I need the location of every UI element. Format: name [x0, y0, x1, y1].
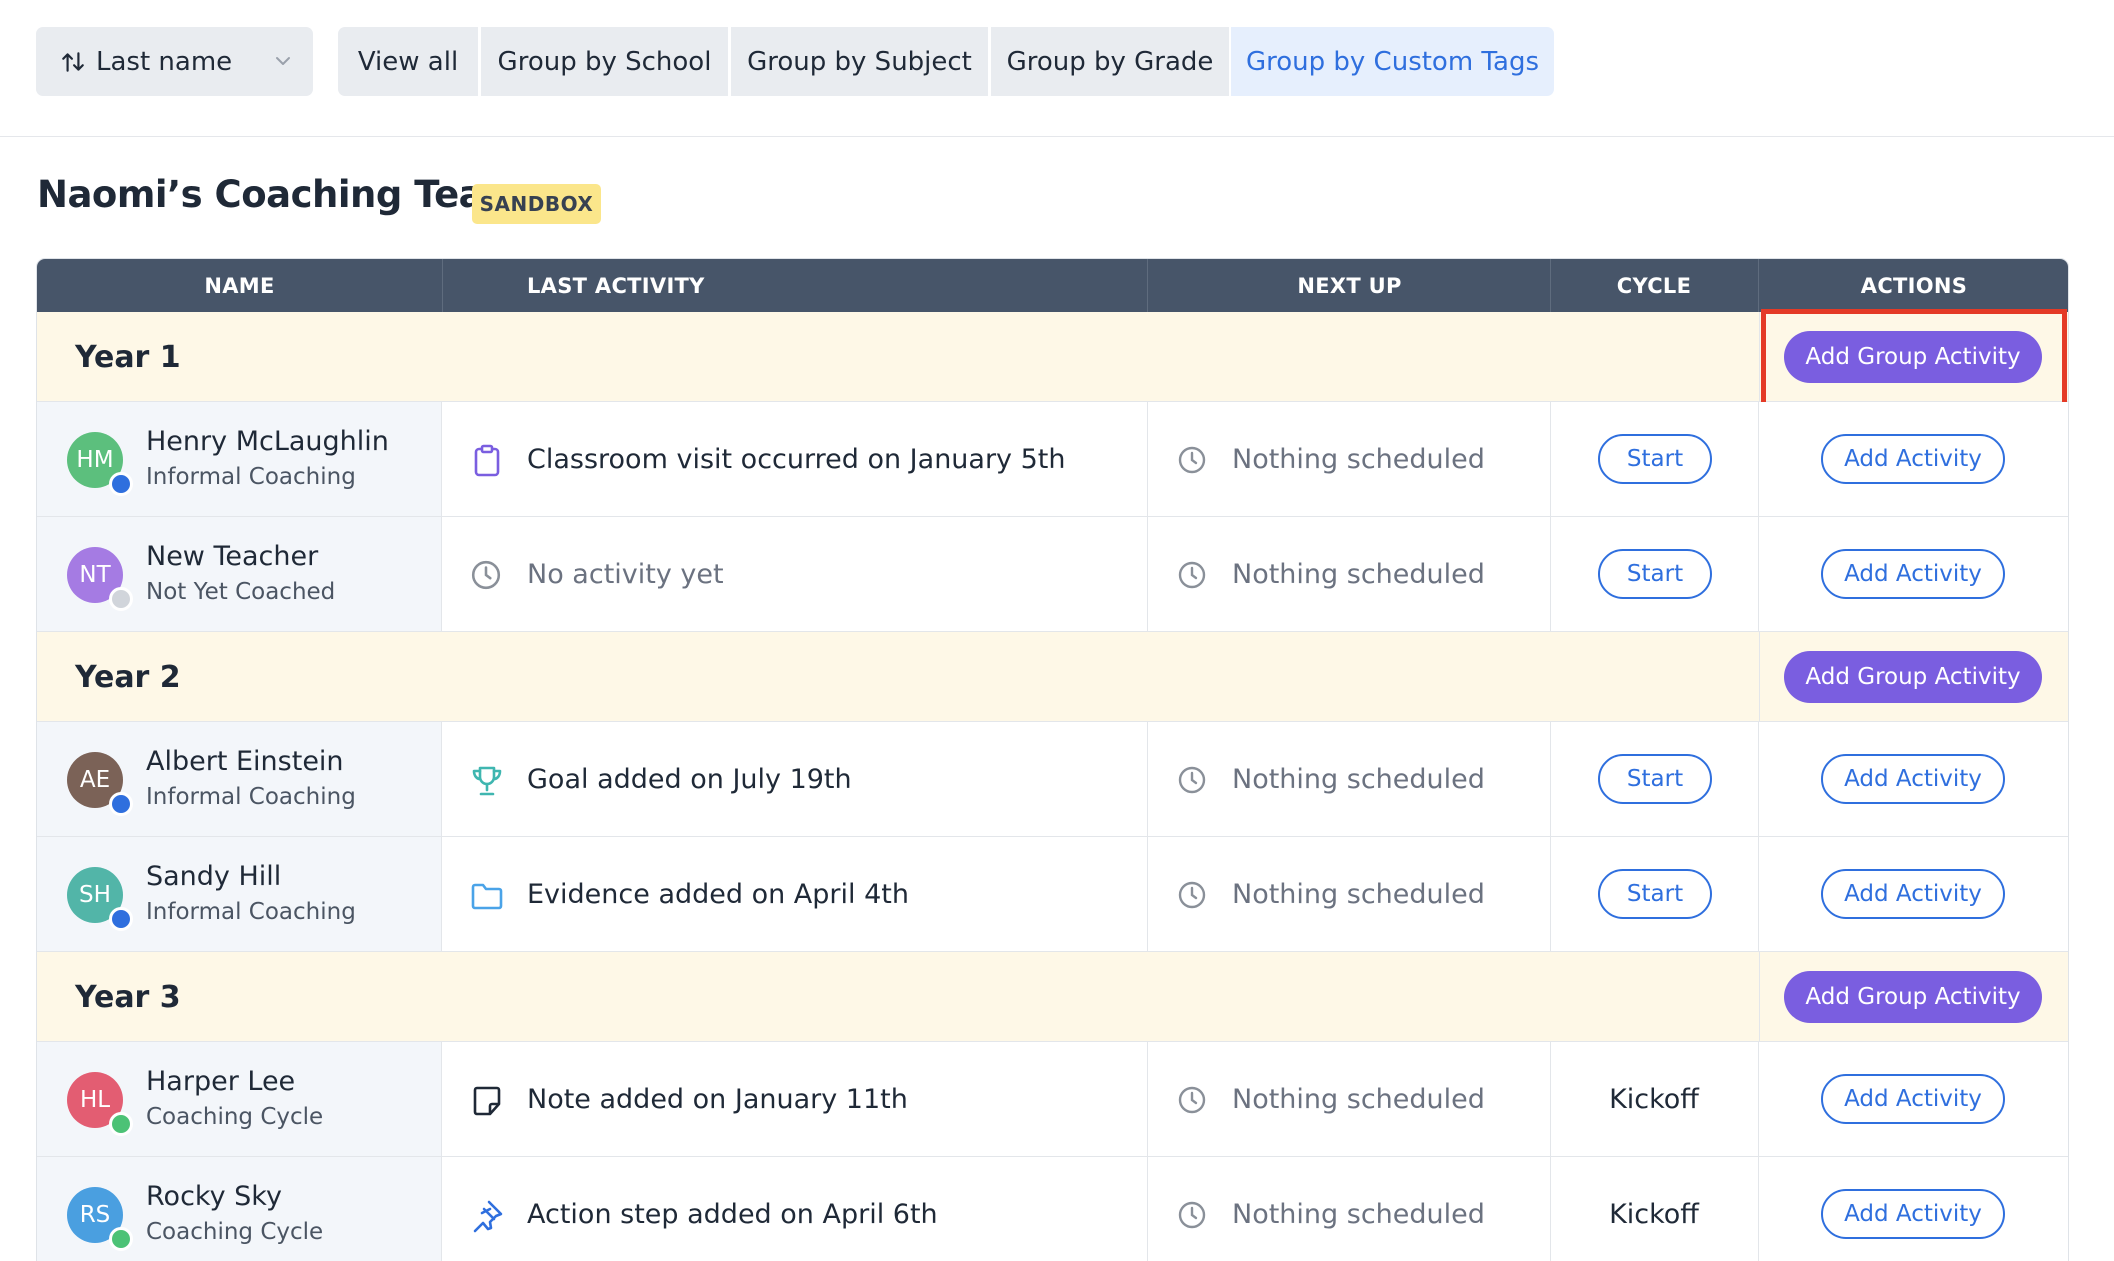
start-cycle-button[interactable]: Start: [1598, 434, 1712, 484]
clock-icon: [1177, 880, 1207, 910]
person-name[interactable]: New Teacher: [146, 541, 318, 572]
table-row: NT New Teacher Not Yet Coached No activity …: [37, 517, 2068, 632]
column-header-last-activity: LAST ACTIVITY: [527, 273, 705, 298]
status-dot: [109, 472, 133, 496]
name-cell: RS Rocky Sky Coaching Cycle: [37, 1157, 442, 1261]
name-cell: AE Albert Einstein Informal Coaching: [37, 722, 442, 836]
person-name[interactable]: Henry McLaughlin: [146, 426, 389, 457]
status-dot: [109, 1112, 133, 1136]
next-up-text: Nothing scheduled: [1232, 763, 1485, 795]
coaching-status: Informal Coaching: [146, 899, 356, 925]
last-activity-text: Classroom visit occurred on January 5th: [527, 443, 1066, 475]
clock-icon: [1177, 1200, 1207, 1230]
group-row: Year 3 Add Group Activity: [37, 952, 2068, 1042]
add-activity-button[interactable]: Add Activity: [1821, 754, 2005, 804]
group-label: Year 1: [75, 339, 181, 375]
status-dot: [109, 587, 133, 611]
cycle-stage: Kickoff: [1609, 1198, 1699, 1230]
folder-icon: [470, 879, 504, 913]
clipboard-icon: [470, 444, 504, 478]
tab-view-all[interactable]: View all: [338, 27, 478, 96]
sort-select[interactable]: Last name: [36, 27, 313, 96]
coaching-table: NAME LAST ACTIVITY NEXT UP CYCLE ACTIONS…: [36, 258, 2069, 1261]
last-activity-text: No activity yet: [527, 558, 724, 590]
column-header-name: NAME: [204, 273, 275, 298]
coaching-status: Coaching Cycle: [146, 1219, 324, 1245]
status-dot: [109, 792, 133, 816]
tab-group-by-grade[interactable]: Group by Grade: [991, 27, 1229, 96]
next-up-text: Nothing scheduled: [1232, 443, 1485, 475]
last-activity-text: Action step added on April 6th: [527, 1198, 938, 1230]
add-activity-button[interactable]: Add Activity: [1821, 434, 2005, 484]
note-icon: [470, 1084, 504, 1118]
clock-icon: [1177, 445, 1207, 475]
add-group-activity-button[interactable]: Add Group Activity: [1784, 651, 2042, 703]
group-label: Year 2: [75, 659, 181, 695]
chevron-down-icon: [276, 57, 290, 65]
tab-group-by-subject[interactable]: Group by Subject: [731, 27, 988, 96]
clock-icon: [1177, 765, 1207, 795]
add-group-activity-button[interactable]: Add Group Activity: [1784, 331, 2042, 383]
table-row: AE Albert Einstein Informal Coaching Goal a…: [37, 722, 2068, 837]
table-row: RS Rocky Sky Coaching Cycle Action step add…: [37, 1157, 2068, 1261]
table-row: HM Henry McLaughlin Informal Coaching Class…: [37, 402, 2068, 517]
person-name[interactable]: Sandy Hill: [146, 861, 281, 892]
trophy-icon: [470, 764, 504, 798]
pin-icon: [470, 1199, 504, 1233]
name-cell: HM Henry McLaughlin Informal Coaching: [37, 402, 442, 516]
page-title: Naomi’s Coaching Team: [37, 173, 522, 216]
next-up-text: Nothing scheduled: [1232, 558, 1485, 590]
cycle-stage: Kickoff: [1609, 1083, 1699, 1115]
clock-icon: [470, 559, 502, 591]
last-activity-text: Goal added on July 19th: [527, 763, 852, 795]
last-activity-text: Note added on January 11th: [527, 1083, 908, 1115]
name-cell: HL Harper Lee Coaching Cycle: [37, 1042, 442, 1156]
next-up-text: Nothing scheduled: [1232, 1083, 1485, 1115]
coaching-status: Informal Coaching: [146, 784, 356, 810]
add-activity-button[interactable]: Add Activity: [1821, 549, 2005, 599]
add-activity-button[interactable]: Add Activity: [1821, 869, 2005, 919]
coaching-status: Not Yet Coached: [146, 579, 336, 605]
sandbox-badge: SANDBOX: [472, 184, 601, 224]
status-dot: [109, 1227, 133, 1251]
table-row: HL Harper Lee Coaching Cycle Note added on …: [37, 1042, 2068, 1157]
group-row: Year 1 Add Group Activity: [37, 312, 2068, 402]
last-activity-text: Evidence added on April 4th: [527, 878, 909, 910]
start-cycle-button[interactable]: Start: [1598, 869, 1712, 919]
group-label: Year 3: [75, 979, 181, 1015]
person-name[interactable]: Rocky Sky: [146, 1181, 282, 1212]
clock-icon: [1177, 1085, 1207, 1115]
coaching-status: Informal Coaching: [146, 464, 356, 490]
person-name[interactable]: Harper Lee: [146, 1066, 295, 1097]
next-up-text: Nothing scheduled: [1232, 878, 1485, 910]
name-cell: NT New Teacher Not Yet Coached: [37, 517, 442, 631]
toolbar-divider: [0, 136, 2114, 137]
person-name[interactable]: Albert Einstein: [146, 746, 344, 777]
status-dot: [109, 907, 133, 931]
next-up-text: Nothing scheduled: [1232, 1198, 1485, 1230]
column-header-actions: ACTIONS: [1860, 273, 1968, 298]
tab-group-by-custom-tags[interactable]: Group by Custom Tags: [1231, 27, 1554, 96]
clock-icon: [1177, 560, 1207, 590]
group-row: Year 2 Add Group Activity: [37, 632, 2068, 722]
table-header: NAME LAST ACTIVITY NEXT UP CYCLE ACTIONS: [37, 259, 2068, 312]
add-activity-button[interactable]: Add Activity: [1821, 1074, 2005, 1124]
sort-select-value: Last name: [96, 46, 233, 77]
add-activity-button[interactable]: Add Activity: [1821, 1189, 2005, 1239]
start-cycle-button[interactable]: Start: [1598, 549, 1712, 599]
coaching-status: Coaching Cycle: [146, 1104, 324, 1130]
column-header-next-up: NEXT UP: [1297, 273, 1402, 298]
column-header-cycle: CYCLE: [1616, 273, 1692, 298]
tab-group-by-school[interactable]: Group by School: [481, 27, 728, 96]
name-cell: SH Sandy Hill Informal Coaching: [37, 837, 442, 951]
sort-arrows-icon: [62, 51, 84, 72]
table-row: SH Sandy Hill Informal Coaching Evidence ad…: [37, 837, 2068, 952]
add-group-activity-button[interactable]: Add Group Activity: [1784, 971, 2042, 1023]
start-cycle-button[interactable]: Start: [1598, 754, 1712, 804]
